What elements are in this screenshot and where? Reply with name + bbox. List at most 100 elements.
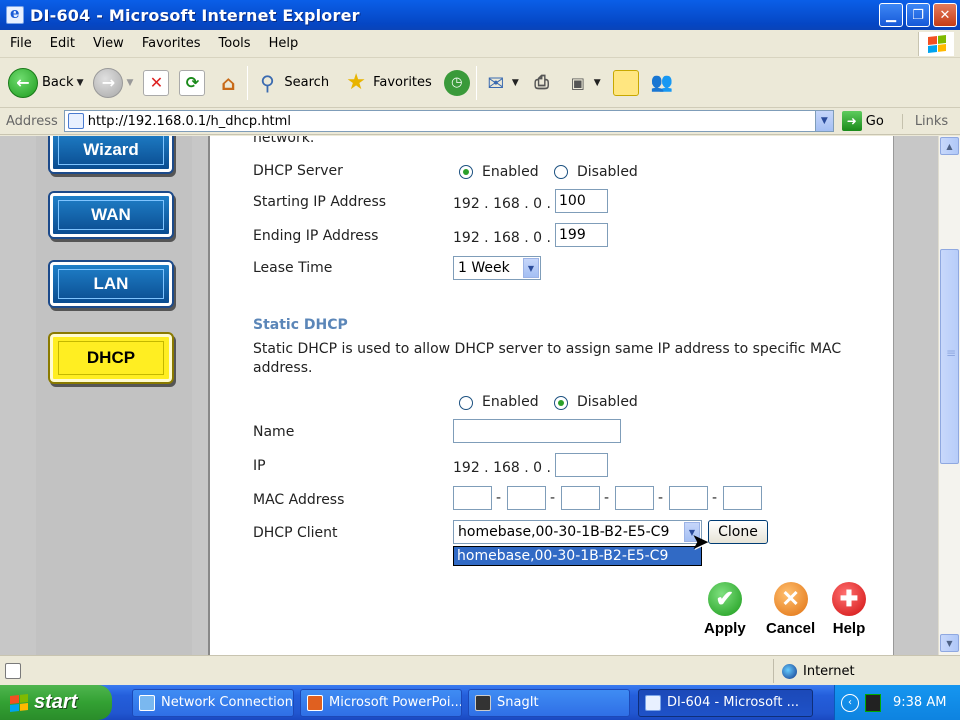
mac-input-1[interactable] <box>453 486 492 510</box>
dhcp-server-disabled-radio[interactable] <box>554 165 568 179</box>
nav-wizard-button[interactable]: Wizard <box>50 136 172 172</box>
nav-wan-button[interactable]: WAN <box>50 193 172 237</box>
tray-expand-icon[interactable]: ‹ <box>841 693 859 712</box>
tray-app-icon[interactable] <box>865 693 881 712</box>
menu-favorites[interactable]: Favorites <box>132 36 209 51</box>
lease-time-select[interactable]: 1 Week ▼ <box>453 256 541 280</box>
nav-dhcp-button[interactable]: DHCP <box>50 334 172 382</box>
mac-input-6[interactable] <box>723 486 762 510</box>
favorites-button[interactable]: ★ Favorites <box>343 70 432 96</box>
starting-ip-input[interactable] <box>555 189 608 213</box>
back-arrow-icon: ← <box>8 67 38 98</box>
close-button[interactable]: ✕ <box>933 3 957 27</box>
mail-icon[interactable]: ✉ <box>483 70 509 96</box>
task-powerpoint[interactable]: Microsoft PowerPoi... <box>300 688 462 717</box>
forward-dropdown-icon[interactable]: ▼ <box>126 78 133 88</box>
static-ip-input[interactable] <box>555 453 608 477</box>
static-dhcp-heading: Static DHCP <box>253 317 348 333</box>
mac-input-5[interactable] <box>669 486 708 510</box>
discuss-icon[interactable] <box>612 69 639 96</box>
go-button[interactable]: ➜ Go <box>841 111 884 131</box>
favorites-label: Favorites <box>373 75 432 90</box>
scroll-thumb[interactable] <box>940 249 959 464</box>
task-network-connections[interactable]: Network Connections <box>132 688 294 717</box>
help-label: Help <box>832 620 866 637</box>
right-page-border <box>893 136 938 655</box>
links-button[interactable]: Links <box>901 113 948 129</box>
address-input[interactable]: http://192.168.0.1/h_dhcp.html ▼ <box>63 110 834 132</box>
back-button[interactable]: ← Back ▼ <box>8 67 87 98</box>
vertical-scrollbar[interactable]: ▲ ▼ <box>938 136 960 655</box>
static-dhcp-disabled-label: Disabled <box>577 394 638 410</box>
task-label: DI-604 - Microsoft ... <box>667 695 799 710</box>
print-icon[interactable]: ⎙ <box>529 70 555 96</box>
nav-lan-button[interactable]: LAN <box>50 262 172 306</box>
stop-icon[interactable]: ✕ <box>143 69 170 96</box>
back-dropdown-icon[interactable]: ▼ <box>77 78 84 88</box>
globe-icon <box>782 663 797 679</box>
task-ie-di604[interactable]: DI-604 - Microsoft ... <box>638 688 813 717</box>
edit-dropdown-icon[interactable]: ▼ <box>594 78 601 88</box>
menu-help[interactable]: Help <box>259 36 307 51</box>
toolbar-separator <box>475 65 477 100</box>
dhcp-client-select[interactable]: homebase,00-30-1B-B2-E5-C9 ▼ <box>453 520 702 544</box>
mac-separator: - <box>550 490 556 506</box>
maximize-button[interactable]: ❐ <box>906 3 930 27</box>
static-dhcp-disabled-radio[interactable] <box>554 396 568 410</box>
cancel-label: Cancel <box>766 620 816 637</box>
ending-ip-input[interactable] <box>555 223 608 247</box>
edit-icon[interactable]: ▣ <box>565 70 591 96</box>
search-label: Search <box>284 75 330 90</box>
history-icon[interactable]: ◷ <box>443 69 470 96</box>
chevron-down-icon: ▼ <box>523 258 539 278</box>
start-button[interactable]: start <box>0 685 112 720</box>
cancel-button[interactable]: ✕ Cancel <box>766 582 815 637</box>
mac-separator: - <box>658 490 664 506</box>
page-content: Wizard WAN LAN DHCP network. DHCP Server… <box>0 136 938 655</box>
scroll-up-icon[interactable]: ▲ <box>940 137 959 155</box>
apply-button[interactable]: ✔ Apply <box>704 582 746 637</box>
dhcp-server-disabled-label: Disabled <box>577 164 638 180</box>
ending-ip-prefix: 192 . 168 . 0 . <box>453 230 551 246</box>
mac-input-4[interactable] <box>615 486 654 510</box>
mail-dropdown-icon[interactable]: ▼ <box>512 78 519 88</box>
menu-view[interactable]: View <box>83 36 132 51</box>
ending-ip-label: Ending IP Address <box>253 228 379 244</box>
dhcp-server-enabled-label: Enabled <box>482 164 539 180</box>
mac-address-label: MAC Address <box>253 492 345 508</box>
name-label: Name <box>253 424 295 440</box>
refresh-icon[interactable]: ⟳ <box>179 69 206 96</box>
dhcp-client-label: DHCP Client <box>253 525 338 541</box>
menu-tools[interactable]: Tools <box>209 36 259 51</box>
menu-file[interactable]: File <box>0 36 40 51</box>
lease-time-value: 1 Week <box>458 260 510 276</box>
mac-input-3[interactable] <box>561 486 600 510</box>
static-dhcp-description-cont: address. <box>253 360 313 376</box>
address-bar: Address http://192.168.0.1/h_dhcp.html ▼… <box>0 108 960 135</box>
starting-ip-label: Starting IP Address <box>253 194 387 210</box>
mac-input-2[interactable] <box>507 486 546 510</box>
address-dropdown-icon[interactable]: ▼ <box>814 111 833 131</box>
dhcp-client-option[interactable]: homebase,00-30-1B-B2-E5-C9 <box>453 546 702 566</box>
address-label: Address <box>6 113 58 129</box>
task-snagit[interactable]: SnagIt <box>468 688 630 717</box>
menu-edit[interactable]: Edit <box>40 36 83 51</box>
home-icon[interactable]: ⌂ <box>215 70 241 96</box>
mac-separator: - <box>496 490 502 506</box>
name-input[interactable] <box>453 419 621 443</box>
scroll-down-icon[interactable]: ▼ <box>940 634 959 652</box>
mac-separator: - <box>712 490 718 506</box>
static-dhcp-description: Static DHCP is used to allow DHCP server… <box>253 341 842 357</box>
window-title: DI-604 - Microsoft Internet Explorer <box>30 5 360 25</box>
messenger-icon[interactable]: 👥 <box>649 70 675 96</box>
nav-wan-label: WAN <box>91 205 131 224</box>
search-button[interactable]: ⚲ Search <box>254 70 329 96</box>
static-dhcp-enabled-radio[interactable] <box>459 396 473 410</box>
forward-button[interactable]: → ▼ <box>93 67 137 98</box>
help-button[interactable]: ✚ Help <box>832 582 866 637</box>
dhcp-server-enabled-radio[interactable] <box>459 165 473 179</box>
left-nav-panel: Wizard WAN LAN DHCP <box>36 136 192 655</box>
clone-button[interactable]: Clone <box>708 520 768 544</box>
minimize-button[interactable]: ▁ <box>879 3 903 27</box>
ie-icon <box>645 694 661 711</box>
